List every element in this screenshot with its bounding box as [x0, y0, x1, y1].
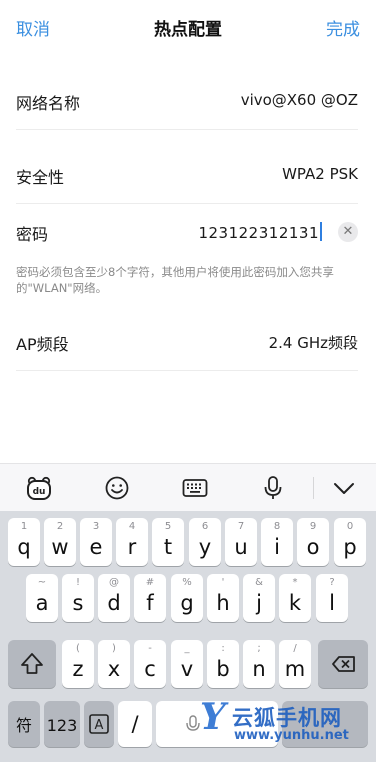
key-k[interactable]: * k [279, 574, 311, 622]
clear-icon[interactable]: ✕ [338, 222, 358, 242]
key-c[interactable]: -c [134, 640, 166, 688]
key-p[interactable]: 0p [334, 518, 366, 566]
svg-text:du: du [33, 487, 46, 497]
key-t[interactable]: 5t [152, 518, 184, 566]
key-w[interactable]: 2w [44, 518, 76, 566]
watermark: Y 云狐手机网 www.yunhu.net [196, 696, 366, 744]
password-field[interactable]: 123122312131 [198, 222, 322, 242]
emoji-icon[interactable] [103, 474, 131, 502]
key-l[interactable]: ? l [316, 574, 348, 622]
key-q[interactable]: 1q [8, 518, 40, 566]
microphone-icon[interactable] [259, 474, 287, 502]
svg-text:A: A [95, 718, 104, 733]
password-label: 密码 [16, 225, 49, 244]
network-name-field[interactable]: vivo@X60 @OZ [241, 91, 358, 109]
key-h[interactable]: ' h [207, 574, 239, 622]
key-v[interactable]: _ v [171, 640, 203, 688]
security-row[interactable]: 安全性 WPA2 PSK [16, 146, 358, 204]
backspace-icon [332, 656, 355, 672]
toolbar-divider [313, 477, 314, 499]
page-title: 热点配置 [154, 20, 222, 40]
key-u[interactable]: 7u [225, 518, 257, 566]
chevron-down-icon[interactable] [330, 474, 358, 502]
number-key[interactable]: 123 [44, 701, 80, 747]
key-n[interactable]: ; n [243, 640, 275, 688]
password-text: 123122312131 [198, 224, 319, 242]
text-caret [320, 222, 322, 241]
key-b[interactable]: :b [207, 640, 239, 688]
network-name-row[interactable]: 网络名称 vivo@X60 @OZ [16, 72, 358, 130]
key-a[interactable]: ~ a [26, 574, 58, 622]
backspace-key[interactable] [318, 640, 368, 688]
network-name-label: 网络名称 [16, 94, 81, 113]
key-j[interactable]: & j [243, 574, 275, 622]
key-o[interactable]: 9o [297, 518, 329, 566]
ap-band-label: AP频段 [16, 335, 69, 354]
key-f[interactable]: # f [134, 574, 166, 622]
watermark-url: www.yunhu.net [234, 728, 349, 743]
key-slash[interactable]: / [118, 701, 152, 747]
key-m[interactable]: / m [279, 640, 311, 688]
key-y[interactable]: 6y [189, 518, 221, 566]
security-value[interactable]: WPA2 PSK [282, 165, 358, 183]
letter-a-icon: A [89, 714, 109, 734]
shift-icon [21, 653, 43, 674]
ap-band-value[interactable]: 2.4 GHz频段 [269, 332, 358, 353]
keyboard-toolbar: du [0, 463, 376, 511]
key-z[interactable]: (z [62, 640, 94, 688]
key-e[interactable]: 3e [80, 518, 112, 566]
nav-bar: 取消 热点配置 完成 [0, 0, 376, 56]
key-s[interactable]: ! s [62, 574, 94, 622]
key-g[interactable]: % g [171, 574, 203, 622]
watermark-logo-icon: Y [200, 696, 226, 738]
key-r[interactable]: 4r [116, 518, 148, 566]
key-d[interactable]: @ d [98, 574, 130, 622]
keyboard-icon[interactable] [181, 474, 209, 502]
ap-band-row[interactable]: AP频段 2.4 GHz频段 [16, 313, 358, 371]
key-x[interactable]: ) x [98, 640, 130, 688]
language-key[interactable]: A [84, 701, 114, 747]
password-hint: 密码必须包含至少8个字符，其他用户将使用此密码加入您共享的"WLAN"网络。 [16, 265, 334, 295]
shift-key[interactable] [8, 640, 56, 688]
done-button[interactable]: 完成 [326, 15, 360, 40]
key-i[interactable]: 8i [261, 518, 293, 566]
security-label: 安全性 [16, 168, 65, 187]
symbol-key[interactable]: 符 [8, 701, 40, 747]
du-logo-icon[interactable]: du [25, 474, 53, 502]
password-row[interactable]: 密码 123122312131 ✕ [16, 203, 358, 261]
